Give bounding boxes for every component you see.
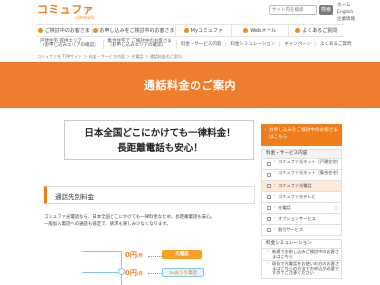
diagram-connector — [82, 251, 121, 252]
subnav-item-campaign[interactable]: キャンペーン — [280, 41, 317, 47]
headline-line: 長距離電話も安心！ — [117, 143, 203, 154]
body-line: コミュファ光電話なら、日本全国どこにかけても一律料金なため、長距離電話も安心。 — [44, 215, 215, 220]
price-unit: /月 — [136, 254, 144, 259]
section-header: 通話先別料金 — [44, 186, 255, 204]
util-link-home[interactable]: ホーム — [337, 2, 355, 9]
diagram-connector — [82, 272, 118, 273]
nav-label: よくあるご質問 — [302, 28, 338, 34]
nav-label: ご検討中のお客さま — [44, 28, 90, 34]
sidebar: お申し込みをご検討中のお客さまはこちら 料金・サービス内容 コミュファ光ネット（… — [261, 124, 342, 279]
sidebar-link-new[interactable]: 新規でお申し込みご検討中のお客さまはこちら — [261, 249, 342, 261]
sub-nav: 戸建住宅 提供エリア （お申し込みエリアの確認） 集合住宅で ご検討中のお客さま（… — [36, 38, 352, 50]
subnav-item-apartment[interactable]: 集合住宅で ご検討中のお客さま （お申し込みエリアの確認） — [104, 39, 177, 49]
utility-links: ホーム English 企業情報 — [337, 2, 355, 23]
nav-label: Webメール — [250, 28, 277, 34]
pricing-diagram: 0円/月 光電話 0円/月 auおうち電話 — [82, 248, 252, 285]
sidebar-item-label: オプションサービス — [278, 216, 316, 221]
sidebar-item-label: コミュファ光電話 — [278, 183, 312, 188]
checkbox-icon — [267, 162, 271, 166]
sidebar-item-discounts[interactable]: 割引サービス — [261, 225, 342, 236]
checkbox-icon — [267, 184, 271, 188]
checkbox-icon — [267, 195, 271, 199]
sidebar-item-denwa[interactable]: コミュファ光電話 — [261, 181, 342, 192]
circle-icon — [295, 28, 301, 33]
page-title: 通話料金のご案内 — [144, 79, 236, 92]
diagram-dots — [148, 256, 162, 257]
subnav-item-detached-area[interactable]: 戸建住宅 提供エリア （お申し込みエリアの確認） — [36, 39, 104, 49]
section-title: 通話先別料金 — [55, 193, 94, 201]
body-line: 一般加入電話への通話も低定で、請求も楽しみ少なくなります。 — [44, 222, 171, 227]
nav-item-apply[interactable]: お申し込みをご検討中のお客さま — [92, 25, 176, 36]
nav-label: お申し込みをご検討中のお客さま — [99, 28, 175, 34]
price-value: 0円 — [125, 269, 137, 277]
diagram-dots — [148, 273, 162, 274]
search-input[interactable] — [269, 5, 317, 15]
circle-icon — [92, 28, 98, 33]
main-nav: ご検討中のお客さま お申し込みをご検討中のお客さま Myコミュファ Webメール… — [36, 24, 344, 37]
sidebar-item-label: 割引サービス — [278, 227, 304, 232]
sidebar-item-label: コミュファ光ネット（戸建住宅） — [278, 159, 341, 164]
price-mid: 0円/月 — [125, 268, 143, 278]
logo-text: コミュファ — [37, 3, 94, 16]
util-link-company[interactable]: 企業情報 — [337, 16, 355, 23]
sidebar-item-label: コミュファ光テレビ — [278, 194, 316, 199]
checkbox-icon — [267, 217, 271, 221]
checkbox-icon — [267, 206, 271, 210]
diagram-node — [118, 268, 125, 275]
sidebar-item-net-apartment[interactable]: コミュファ光ネット（集合住宅） — [261, 170, 342, 181]
price-unit: /月 — [136, 272, 144, 277]
subnav-item-simulation[interactable]: 料金シミュレーション — [226, 41, 281, 47]
circle-icon — [37, 28, 43, 33]
site-logo[interactable]: コミュファ commufa — [37, 4, 94, 22]
headline-box: 日本全国どこにかけても一律料金！ 長距離電話も安心！ — [64, 120, 254, 160]
sidebar-apply-banner[interactable]: お申し込みをご検討中のお客さまはこちら — [261, 124, 342, 146]
body-text: コミュファ光電話なら、日本全国どこにかけても一律料金なため、長距離電話も安心。 … — [44, 214, 255, 228]
pill-au-ouchi-denwa: auおうち電話 — [162, 268, 204, 277]
nav-item-my-commufa[interactable]: Myコミュファ — [176, 25, 233, 36]
nav-item-considering[interactable]: ご検討中のお客さま — [36, 25, 93, 36]
checkbox-icon — [267, 173, 271, 177]
util-link-english[interactable]: English — [337, 9, 355, 16]
subnav-line: （お申し込みエリアの確認） — [107, 43, 167, 48]
sidebar-link-existing[interactable]: 既存で光電話をお使いの方のお客さまはこちらの方法でお申込が必要ですのでご注意くだ… — [261, 261, 342, 279]
checkbox-icon — [267, 228, 271, 232]
headline: 日本全国どこにかけても一律料金！ 長距離電話も安心！ — [65, 126, 255, 156]
nav-item-faq[interactable]: よくあるご質問 — [289, 25, 345, 36]
site-header: コミュファ commufa 検索 ホーム English 企業情報 — [0, 0, 380, 24]
page-hero: 通話料金のご案内 — [0, 62, 380, 108]
breadcrumb: コミュファ光 TOPサイト ＞ 料金・サービス内容 ＞ 光電話 ＞ 通話料金のご… — [37, 54, 182, 59]
sidebar-item-tv[interactable]: コミュファ光テレビ — [261, 192, 342, 203]
subnav-line: （お申し込みエリアの確認） — [40, 43, 99, 48]
search-button[interactable]: 検索 — [319, 5, 333, 15]
price-value: 0円 — [125, 251, 137, 259]
headline-line: 日本全国どこにかけても一律料金！ — [84, 128, 236, 139]
sidebar-category-simulation[interactable]: 料金シミュレーション — [261, 239, 342, 249]
sidebar-item-label: 光電話 — [278, 205, 291, 210]
sidebar-item-label: コミュファ光ネット（集合住宅） — [278, 170, 341, 175]
sidebar-item-options[interactable]: オプションサービス — [261, 214, 342, 225]
subnav-item-pricing[interactable]: 料金・サービス内容 — [177, 41, 227, 47]
pill-hikari-denwa: 光電話 — [162, 250, 202, 259]
subnav-item-faq[interactable]: よくあるご質問 — [316, 42, 356, 47]
sidebar-category-pricing[interactable]: 料金・サービス内容 — [261, 149, 342, 159]
circle-icon — [243, 28, 249, 33]
nav-item-webmail[interactable]: Webメール — [232, 25, 289, 36]
sidebar-item-net-detached[interactable]: コミュファ光ネット（戸建住宅） — [261, 159, 342, 170]
circle-icon — [183, 28, 189, 33]
price-top: 0円/月 — [125, 250, 143, 260]
sidebar-item-hikari-denwa[interactable]: 光電話 — [261, 203, 342, 214]
nav-label: Myコミュファ — [190, 28, 223, 34]
